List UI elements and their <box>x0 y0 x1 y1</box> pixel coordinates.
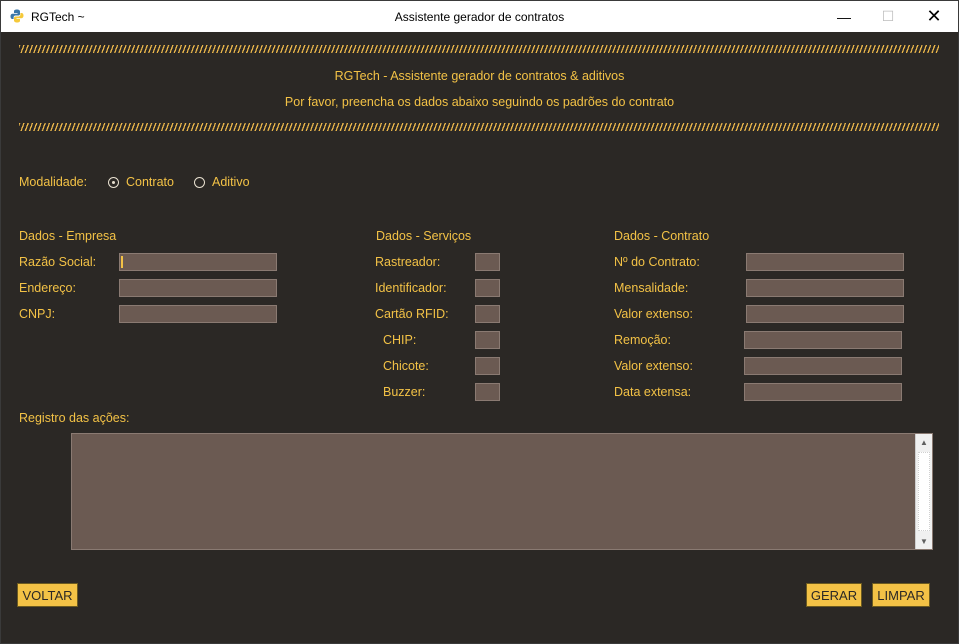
mensalidade-input[interactable] <box>746 279 904 297</box>
minimize-button[interactable]: — <box>821 1 867 32</box>
buzzer-label: Buzzer: <box>383 385 426 399</box>
log-scrollbar[interactable]: ▲ ▼ <box>915 434 932 549</box>
numero-contrato-input[interactable] <box>746 253 904 271</box>
gerar-button[interactable]: GERAR <box>806 583 862 607</box>
cnpj-label: CNPJ: <box>19 307 56 321</box>
endereco-label: Endereço: <box>19 281 76 295</box>
chip-label: CHIP: <box>383 333 417 347</box>
valor-extenso-remocao-label: Valor extenso: <box>614 359 693 373</box>
limpar-button[interactable]: LIMPAR <box>872 583 930 607</box>
maximize-button[interactable]: ☐ <box>865 1 911 32</box>
modalidade-label: Modalidade: <box>19 175 88 189</box>
radio-contrato[interactable] <box>108 177 119 188</box>
chicote-input[interactable] <box>475 357 500 375</box>
chip-input[interactable] <box>475 331 500 349</box>
identificador-label: Identificador: <box>375 281 447 295</box>
valor-extenso-remocao-input[interactable] <box>744 357 902 375</box>
window-title: Assistente gerador de contratos <box>394 10 565 24</box>
scroll-down-arrow-icon[interactable]: ▼ <box>916 533 932 549</box>
servicos-heading: Dados - Serviços <box>376 229 472 243</box>
valor-extenso-mensalidade-label: Valor extenso: <box>614 307 693 321</box>
scroll-up-arrow-icon[interactable]: ▲ <box>916 434 932 450</box>
main-content: RGTech - Assistente gerador de contratos… <box>1 32 958 643</box>
text-caret <box>121 256 123 268</box>
radio-contrato-label[interactable]: Contrato <box>126 175 174 189</box>
numero-contrato-label: Nº do Contrato: <box>614 255 700 269</box>
remocao-input[interactable] <box>744 331 902 349</box>
radio-aditivo-label[interactable]: Aditivo <box>212 175 250 189</box>
data-extensa-label: Data extensa: <box>614 385 692 399</box>
radio-aditivo[interactable] <box>194 177 205 188</box>
header-divider-bottom <box>19 123 939 131</box>
remocao-label: Remoção: <box>614 333 671 347</box>
razao-social-label: Razão Social: <box>19 255 97 269</box>
rastreador-input[interactable] <box>475 253 500 271</box>
chicote-label: Chicote: <box>383 359 429 373</box>
header-subtitle: Por favor, preencha os dados abaixo segu… <box>284 95 675 109</box>
valor-extenso-mensalidade-input[interactable] <box>746 305 904 323</box>
data-extensa-input[interactable] <box>744 383 902 401</box>
endereco-input[interactable] <box>119 279 277 297</box>
log-label: Registro das ações: <box>19 411 130 425</box>
razao-social-input[interactable] <box>119 253 277 271</box>
scrollbar-track[interactable] <box>918 452 930 531</box>
app-window: RGTech ~ Assistente gerador de contratos… <box>0 0 959 644</box>
buzzer-input[interactable] <box>475 383 500 401</box>
cartao-rfid-input[interactable] <box>475 305 500 323</box>
log-textarea[interactable]: ▲ ▼ <box>71 433 933 550</box>
header-title: RGTech - Assistente gerador de contratos… <box>334 69 625 83</box>
cnpj-input[interactable] <box>119 305 277 323</box>
identificador-input[interactable] <box>475 279 500 297</box>
cartao-rfid-label: Cartão RFID: <box>375 307 449 321</box>
voltar-button[interactable]: VOLTAR <box>17 583 78 607</box>
rastreador-label: Rastreador: <box>375 255 441 269</box>
contrato-heading: Dados - Contrato <box>614 229 710 243</box>
empresa-heading: Dados - Empresa <box>19 229 117 243</box>
close-button[interactable]: ✕ <box>911 1 957 32</box>
title-bar: RGTech ~ Assistente gerador de contratos… <box>1 1 958 32</box>
header-divider-top <box>19 45 939 53</box>
mensalidade-label: Mensalidade: <box>614 281 689 295</box>
